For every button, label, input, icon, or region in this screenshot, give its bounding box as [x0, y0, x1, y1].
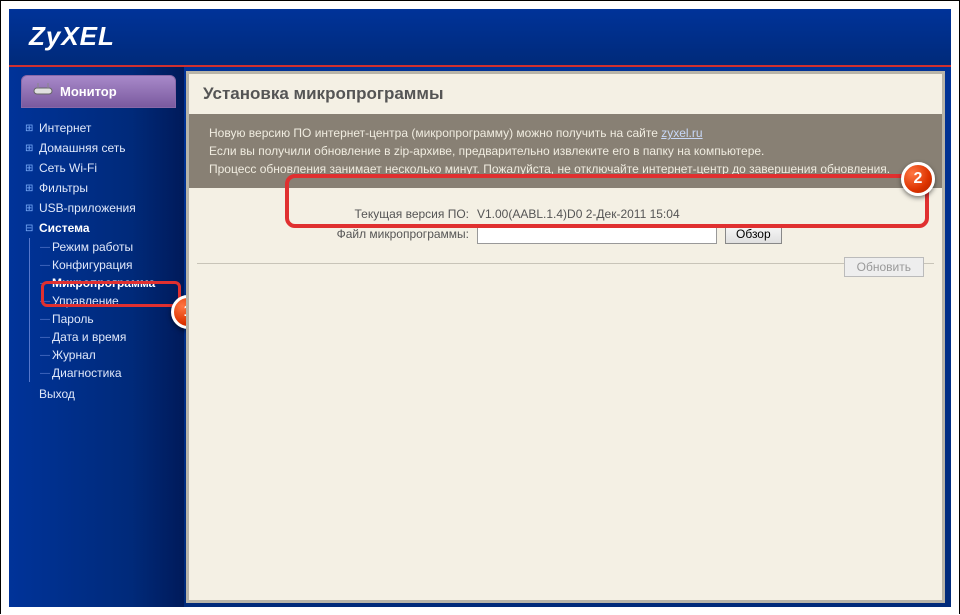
form-area: Текущая версия ПО: V1.00(AABL.1.4)D0 2-Д…	[189, 188, 942, 263]
nav-link: Режим работы	[52, 240, 133, 254]
sub-item-mode[interactable]: — Режим работы	[40, 238, 184, 256]
plus-icon: ⊞	[25, 203, 35, 214]
minus-icon: ⊟	[25, 223, 35, 234]
update-button: Обновить	[844, 257, 924, 277]
zyxel-link[interactable]: zyxel.ru	[661, 126, 702, 140]
nav-link: Дата и время	[52, 330, 126, 344]
nav-link: Сеть Wi-Fi	[39, 161, 97, 175]
divider	[197, 263, 934, 264]
sub-item-password[interactable]: — Пароль	[40, 310, 184, 328]
info-box: Новую версию ПО интернет-центра (микропр…	[189, 114, 942, 188]
page-title: Установка микропрограммы	[189, 74, 942, 114]
sub-item-diagnostics[interactable]: — Диагностика	[40, 364, 184, 382]
monitor-tab[interactable]: Монитор	[21, 75, 176, 108]
nav-link: Диагностика	[52, 366, 122, 380]
nav-link: Журнал	[52, 348, 96, 362]
router-icon	[32, 82, 54, 101]
nav-link: Фильтры	[39, 181, 88, 195]
monitor-label: Монитор	[60, 84, 117, 99]
sub-item-firmware[interactable]: — Микропрограмма	[40, 274, 184, 292]
nav-link: Управление	[52, 294, 119, 308]
browse-button[interactable]: Обзор	[725, 224, 782, 244]
nav-link: Система	[39, 221, 90, 235]
nav-item-internet[interactable]: ⊞ Интернет	[25, 118, 184, 138]
nav-item-system[interactable]: ⊟ Система	[25, 218, 184, 238]
file-label: Файл микропрограммы:	[209, 227, 469, 241]
nav-link: Выход	[39, 387, 75, 401]
plus-icon: ⊞	[25, 123, 35, 134]
nav-item-exit[interactable]: Выход	[25, 384, 184, 404]
plus-icon: ⊞	[25, 183, 35, 194]
nav-item-filters[interactable]: ⊞ Фильтры	[25, 178, 184, 198]
nav-link: USB-приложения	[39, 201, 136, 215]
nav-link: Микропрограмма	[52, 276, 155, 290]
main-panel: Установка микропрограммы Новую версию ПО…	[186, 71, 945, 603]
plus-icon: ⊞	[25, 163, 35, 174]
firmware-file-input[interactable]	[477, 224, 717, 244]
nav-link: Домашняя сеть	[39, 141, 125, 155]
sidebar: Монитор ⊞ Интернет ⊞ Домашняя сеть ⊞ Сет…	[9, 67, 184, 607]
annotation-badge-2: 2	[901, 162, 935, 196]
logo: ZyXEL	[29, 21, 115, 51]
nav-link: Пароль	[52, 312, 94, 326]
nav-link: Интернет	[39, 121, 91, 135]
sub-item-log[interactable]: — Журнал	[40, 346, 184, 364]
nav-link: Конфигурация	[52, 258, 133, 272]
nav-item-home-network[interactable]: ⊞ Домашняя сеть	[25, 138, 184, 158]
nav-item-usb[interactable]: ⊞ USB-приложения	[25, 198, 184, 218]
version-label: Текущая версия ПО:	[209, 207, 469, 221]
nav-item-wifi[interactable]: ⊞ Сеть Wi-Fi	[25, 158, 184, 178]
version-value: V1.00(AABL.1.4)D0 2-Дек-2011 15:04	[477, 207, 680, 221]
sub-item-management[interactable]: — Управление	[40, 292, 184, 310]
sub-item-datetime[interactable]: — Дата и время	[40, 328, 184, 346]
plus-icon: ⊞	[25, 143, 35, 154]
sub-item-config[interactable]: — Конфигурация	[40, 256, 184, 274]
header: ZyXEL	[9, 9, 951, 67]
